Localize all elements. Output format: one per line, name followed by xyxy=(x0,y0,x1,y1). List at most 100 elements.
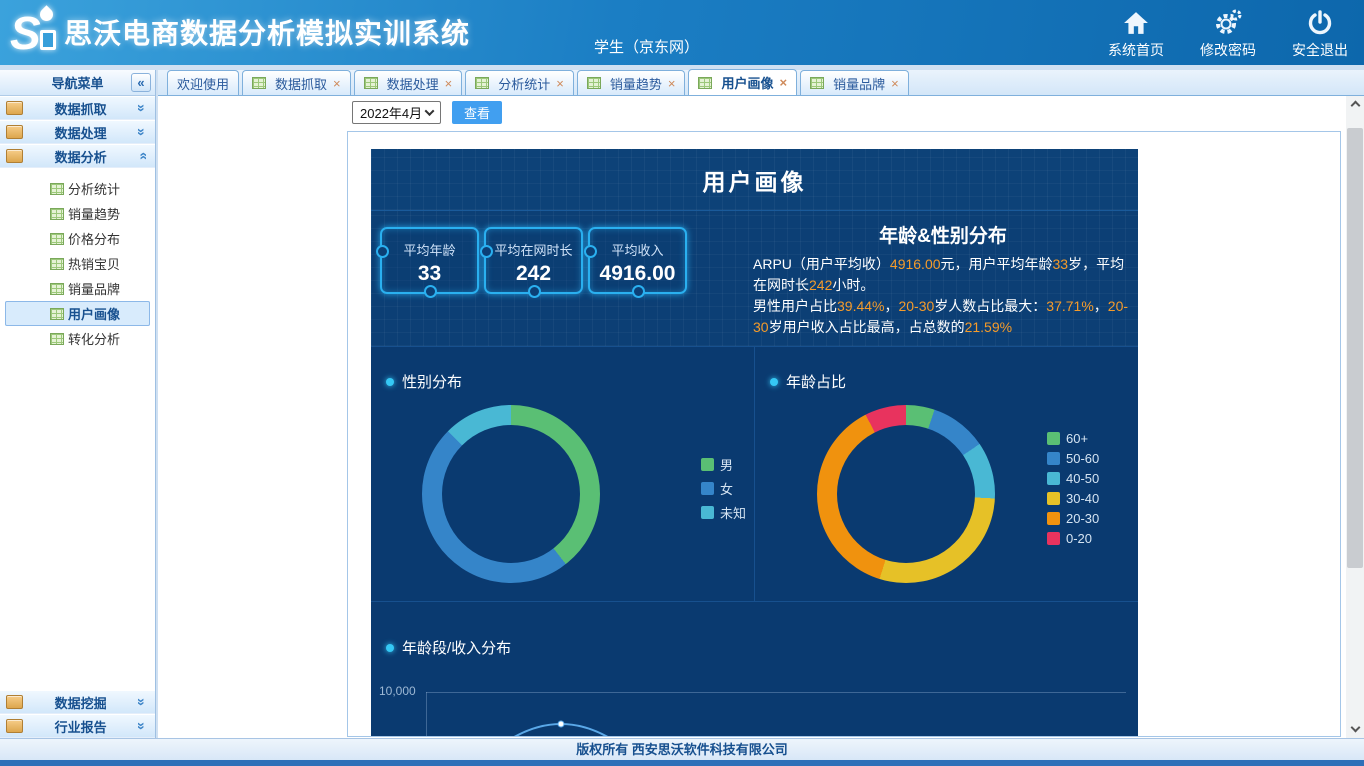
tab-analysis-stats[interactable]: 分析统计 × xyxy=(465,70,574,95)
power-icon xyxy=(1307,9,1333,36)
summary-title: 年龄&性别分布 xyxy=(753,221,1133,248)
sidebar-group-data-mining[interactable]: 数据挖掘 » xyxy=(0,690,155,714)
close-icon[interactable]: × xyxy=(333,76,341,91)
legend-item-60plus[interactable]: 60+ xyxy=(1047,431,1099,445)
tab-data-capture[interactable]: 数据抓取 × xyxy=(242,70,351,95)
nav-change-password[interactable]: 修改密码 xyxy=(1200,9,1256,60)
sidebar-collapse-button[interactable]: « xyxy=(131,73,151,92)
sidebar-item-hot-items[interactable]: 热销宝贝 xyxy=(0,251,155,276)
age-chart-column: 年龄占比 60+ 50-60 xyxy=(754,347,1138,601)
sidebar-item-sales-trend[interactable]: 销量趋势 xyxy=(0,201,155,226)
table-icon xyxy=(50,233,64,245)
legend-item-unknown[interactable]: 未知 xyxy=(701,505,746,519)
dashboard-panel: 用户画像 平均年龄 33 平均在网时长 242 平均收入 xyxy=(371,149,1138,737)
chevron-up-icon xyxy=(1350,101,1360,111)
summary-text: ARPU（用户平均收）4916.00元，用户平均年龄33岁，平均在网时长242小… xyxy=(753,254,1133,338)
sidebar-item-analysis-stats[interactable]: 分析统计 xyxy=(0,176,155,201)
close-icon[interactable]: × xyxy=(891,76,899,91)
legend-item-0-20[interactable]: 0-20 xyxy=(1047,531,1099,545)
gender-donut-chart xyxy=(422,405,600,583)
gender-chart-header: 性别分布 xyxy=(386,371,462,392)
nav-logout-label: 安全退出 xyxy=(1292,40,1348,60)
nav-logout[interactable]: 安全退出 xyxy=(1292,9,1348,60)
sidebar-item-sales-brand[interactable]: 销量品牌 xyxy=(0,276,155,301)
sidebar-bottom-groups: 数据挖掘 » 行业报告 » xyxy=(0,690,155,738)
header-nav: 系统首页 修改密码 安 xyxy=(1108,9,1348,60)
close-icon[interactable]: × xyxy=(445,76,453,91)
legend-swatch xyxy=(1047,532,1060,545)
bullet-dot-icon xyxy=(770,378,778,386)
sidebar-item-price-distribution[interactable]: 价格分布 xyxy=(0,226,155,251)
legend-swatch xyxy=(1047,472,1060,485)
sidebar-item-conversion-analysis[interactable]: 转化分析 xyxy=(0,326,155,351)
bullet-dot-icon xyxy=(386,644,394,652)
legend-item-50-60[interactable]: 50-60 xyxy=(1047,451,1099,465)
tab-sales-trend[interactable]: 销量趋势 × xyxy=(577,70,686,95)
tab-welcome[interactable]: 欢迎使用 xyxy=(167,70,239,95)
sidebar-title-bar: 导航菜单 « xyxy=(0,70,155,96)
nav-password-label: 修改密码 xyxy=(1200,40,1256,60)
y-axis-line xyxy=(426,692,427,737)
age-chart-header: 年龄占比 xyxy=(770,371,846,392)
tab-user-profile[interactable]: 用户画像 × xyxy=(688,69,797,95)
scrollbar-thumb[interactable] xyxy=(1347,128,1363,568)
nav-home-label: 系统首页 xyxy=(1108,40,1164,60)
copyright-text: 版权所有 西安思沃软件科技有限公司 xyxy=(576,742,788,757)
month-select[interactable]: 2022年4月 xyxy=(352,101,441,124)
vertical-scrollbar[interactable] xyxy=(1346,96,1364,738)
table-icon xyxy=(50,333,64,345)
close-icon[interactable]: × xyxy=(556,76,564,91)
close-icon[interactable]: × xyxy=(668,76,676,91)
footer: 版权所有 西安思沃软件科技有限公司 xyxy=(0,738,1364,760)
legend-item-male[interactable]: 男 xyxy=(701,457,746,471)
legend-swatch xyxy=(701,482,714,495)
stat-cards: 平均年龄 33 平均在网时长 242 平均收入 4916.00 xyxy=(380,227,687,294)
sidebar-item-user-profile[interactable]: 用户画像 xyxy=(5,301,150,326)
chevron-double-up-icon: » xyxy=(134,152,150,160)
gridline xyxy=(426,692,1126,693)
table-icon xyxy=(50,308,64,320)
sidebar-title: 导航菜单 xyxy=(51,73,103,92)
legend-item-40-50[interactable]: 40-50 xyxy=(1047,471,1099,485)
summary-line-2: 男性用户占比39.44%，20-30岁人数占比最大：37.71%，20-30岁用… xyxy=(753,296,1133,338)
logo-box-shape xyxy=(40,30,56,50)
table-icon xyxy=(50,283,64,295)
nav-home[interactable]: 系统首页 xyxy=(1108,9,1164,60)
income-chart-header: 年龄段/收入分布 xyxy=(386,637,511,658)
folder-icon xyxy=(6,125,23,139)
scroll-up-button[interactable] xyxy=(1346,96,1364,113)
sidebar-group-industry-report[interactable]: 行业报告 » xyxy=(0,714,155,738)
dashboard-title: 用户画像 xyxy=(703,163,807,197)
tab-data-process[interactable]: 数据处理 × xyxy=(354,70,463,95)
sidebar: 导航菜单 « 数据抓取 » 数据处理 » 数据分析 » 分析统计 销量趋势 xyxy=(0,70,156,738)
user-role-label: 学生（京东网） xyxy=(594,36,699,57)
summary-block: 年龄&性别分布 ARPU（用户平均收）4916.00元，用户平均年龄33岁，平均… xyxy=(753,221,1133,338)
legend-item-female[interactable]: 女 xyxy=(701,481,746,495)
legend-item-20-30[interactable]: 20-30 xyxy=(1047,511,1099,525)
bullet-dot-icon xyxy=(386,378,394,386)
chevron-double-down-icon: » xyxy=(134,128,150,136)
logo-letter: S xyxy=(10,6,41,60)
chevron-double-down-icon: » xyxy=(134,104,150,112)
age-donut-chart xyxy=(817,405,995,583)
tab-bar: 欢迎使用 数据抓取 × 数据处理 × 分析统计 × 销量趋势 × 用户画像 × xyxy=(158,70,1364,96)
table-icon xyxy=(50,208,64,220)
sidebar-group-data-capture[interactable]: 数据抓取 » xyxy=(0,96,155,120)
sidebar-group-data-analysis[interactable]: 数据分析 » xyxy=(0,144,155,168)
chevron-double-down-icon: » xyxy=(134,722,150,730)
scroll-down-button[interactable] xyxy=(1346,721,1364,738)
app-title: 思沃电商数据分析模拟实训系统 xyxy=(64,12,470,52)
legend-item-30-40[interactable]: 30-40 xyxy=(1047,491,1099,505)
table-icon xyxy=(587,77,601,89)
legend-swatch xyxy=(701,458,714,471)
table-icon xyxy=(364,77,378,89)
legend-swatch xyxy=(1047,432,1060,445)
tab-sales-brand[interactable]: 销量品牌 × xyxy=(800,70,909,95)
gender-legend: 男 女 未知 xyxy=(701,457,746,519)
app-logo: S xyxy=(10,4,66,60)
legend-swatch xyxy=(1047,452,1060,465)
view-button[interactable]: 查看 xyxy=(452,101,502,124)
sidebar-group-data-process[interactable]: 数据处理 » xyxy=(0,120,155,144)
table-icon xyxy=(475,77,489,89)
close-icon[interactable]: × xyxy=(779,75,787,90)
